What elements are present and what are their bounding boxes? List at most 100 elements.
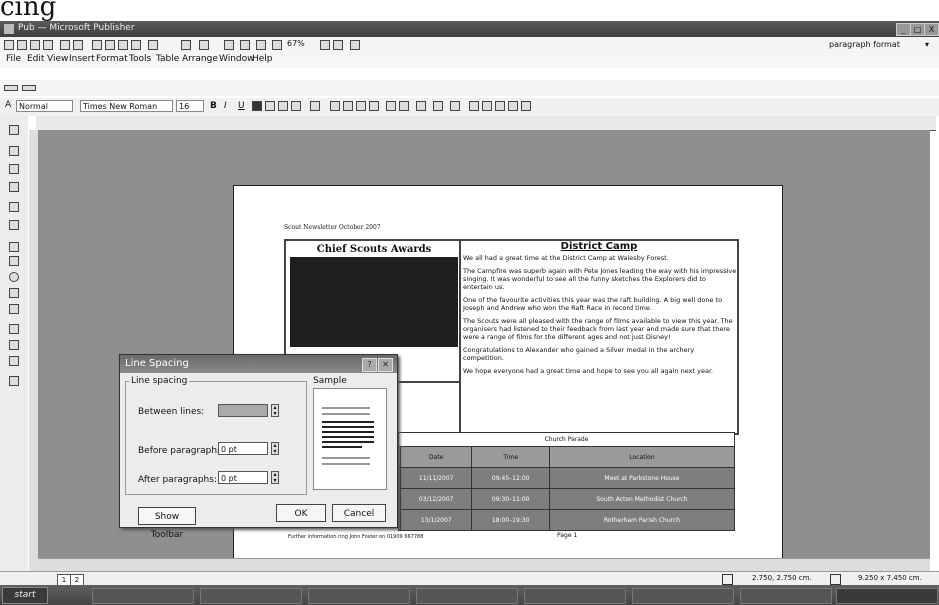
help-icon[interactable] — [350, 40, 360, 50]
arrow-style-icon[interactable] — [495, 101, 505, 111]
line-color-icon[interactable] — [433, 101, 443, 111]
after-paragraphs-spinner[interactable]: ▴ ▾ — [271, 471, 279, 484]
menu-help[interactable]: Help — [252, 54, 273, 64]
open-icon[interactable] — [17, 40, 27, 50]
copy-icon[interactable] — [105, 40, 115, 50]
fill-color-icon[interactable] — [416, 101, 426, 111]
picture-frame-icon[interactable] — [9, 202, 19, 212]
between-lines-input[interactable] — [218, 404, 268, 417]
bold-button[interactable]: B — [210, 101, 217, 111]
bring-forward-icon[interactable] — [181, 40, 191, 50]
html-fragment-icon[interactable] — [9, 356, 19, 366]
dash-style-icon[interactable] — [482, 101, 492, 111]
shadow-style-icon[interactable] — [508, 101, 518, 111]
district-camp-textbox[interactable]: District Camp We all had a great time at… — [459, 239, 739, 435]
taskbar-item[interactable] — [200, 588, 302, 604]
cancel-button[interactable]: Cancel — [332, 504, 386, 522]
columns-icon[interactable] — [240, 40, 250, 50]
numbering-icon[interactable] — [330, 101, 340, 111]
send-backward-icon[interactable] — [199, 40, 209, 50]
start-button[interactable]: start — [2, 587, 48, 604]
align-left-icon[interactable] — [252, 101, 262, 111]
justify-icon[interactable] — [291, 101, 301, 111]
taskbar-item[interactable] — [92, 588, 194, 604]
menu-format[interactable]: Format — [96, 54, 128, 64]
dialog-help-button[interactable]: ? — [362, 358, 377, 372]
print-icon[interactable] — [43, 40, 53, 50]
italic-button[interactable]: I — [224, 101, 227, 111]
zoom-in-icon[interactable] — [333, 40, 343, 50]
hot-spot-icon[interactable] — [9, 324, 19, 334]
increase-font-icon[interactable] — [399, 101, 409, 111]
save-icon[interactable] — [30, 40, 40, 50]
bullets-icon[interactable] — [343, 101, 353, 111]
taskbar-item[interactable] — [740, 588, 832, 604]
underline-button[interactable]: U — [238, 101, 245, 111]
help-search-box[interactable]: paragraph format — [829, 40, 900, 49]
selected-text-block[interactable] — [290, 257, 458, 347]
autoshapes-icon[interactable] — [9, 304, 19, 314]
next-frame-icon[interactable] — [22, 85, 36, 91]
menu-insert[interactable]: Insert — [69, 54, 95, 64]
new-icon[interactable] — [4, 40, 14, 50]
spelling-icon[interactable] — [73, 40, 83, 50]
help-dropdown-icon[interactable]: ▾ — [925, 40, 929, 49]
maximize-button[interactable]: □ — [910, 23, 925, 36]
form-control-icon[interactable] — [9, 340, 19, 350]
style-select[interactable]: Normal — [16, 100, 73, 112]
font-color-icon[interactable] — [450, 101, 460, 111]
ok-button[interactable]: OK — [276, 504, 326, 522]
special-characters-icon[interactable] — [256, 40, 266, 50]
taskbar-item[interactable] — [416, 588, 518, 604]
undo-icon[interactable] — [148, 40, 158, 50]
rectangle-icon[interactable] — [9, 288, 19, 298]
cut-icon[interactable] — [92, 40, 102, 50]
paste-icon[interactable] — [118, 40, 128, 50]
design-gallery-icon[interactable] — [9, 376, 19, 386]
horizontal-scrollbar[interactable] — [38, 558, 930, 571]
line-icon[interactable] — [9, 242, 19, 252]
font-select[interactable]: Times New Roman — [80, 100, 173, 112]
before-paragraphs-input[interactable]: 0 pt — [218, 442, 268, 455]
increase-indent-icon[interactable] — [369, 101, 379, 111]
vertical-ruler[interactable] — [29, 130, 38, 571]
line-style-icon[interactable] — [469, 101, 479, 111]
show-toolbar-button[interactable]: Show Toolbar — [138, 507, 196, 540]
menu-file[interactable]: File — [6, 54, 21, 64]
insert-table-icon[interactable] — [9, 164, 19, 174]
horizontal-ruler[interactable] — [36, 116, 936, 131]
clip-art-icon[interactable] — [9, 220, 19, 230]
zoom-out-icon[interactable] — [320, 40, 330, 50]
print-preview-icon[interactable] — [60, 40, 70, 50]
distribute-icon[interactable] — [310, 101, 320, 111]
taskbar-item[interactable] — [308, 588, 410, 604]
zoom-value[interactable]: 67% — [287, 39, 305, 48]
dialog-title-bar[interactable]: Line Spacing ? ✕ — [120, 355, 397, 373]
dialog-close-button[interactable]: ✕ — [378, 358, 393, 372]
align-center-icon[interactable] — [265, 101, 275, 111]
church-parade-table[interactable]: Church Parade Date Time Location 11/11/2… — [398, 431, 736, 531]
align-right-icon[interactable] — [278, 101, 288, 111]
format-painter-icon[interactable] — [131, 40, 141, 50]
menu-table[interactable]: Table — [156, 54, 179, 64]
decrease-font-icon[interactable] — [386, 101, 396, 111]
arrow-icon[interactable] — [9, 256, 19, 266]
minimize-button[interactable]: _ — [896, 23, 911, 36]
paragraph-mark-icon[interactable] — [272, 40, 282, 50]
3d-style-icon[interactable] — [521, 101, 531, 111]
after-paragraphs-input[interactable]: 0 pt — [218, 471, 268, 484]
oval-icon[interactable] — [9, 272, 19, 282]
menu-view[interactable]: View — [47, 54, 68, 64]
taskbar-item[interactable] — [632, 588, 734, 604]
menu-window[interactable]: Window — [219, 54, 255, 64]
select-objects-icon[interactable] — [9, 125, 19, 135]
wordart-icon[interactable] — [9, 182, 19, 192]
menu-arrange[interactable]: Arrange — [182, 54, 218, 64]
decrease-indent-icon[interactable] — [356, 101, 366, 111]
insert-hyperlink-icon[interactable] — [224, 40, 234, 50]
before-paragraphs-spinner[interactable]: ▴ ▾ — [271, 442, 279, 455]
menu-edit[interactable]: Edit — [27, 54, 44, 64]
connect-frame-icon[interactable] — [4, 85, 18, 91]
font-size-select[interactable]: 16 — [176, 100, 204, 112]
taskbar-item[interactable] — [524, 588, 626, 604]
